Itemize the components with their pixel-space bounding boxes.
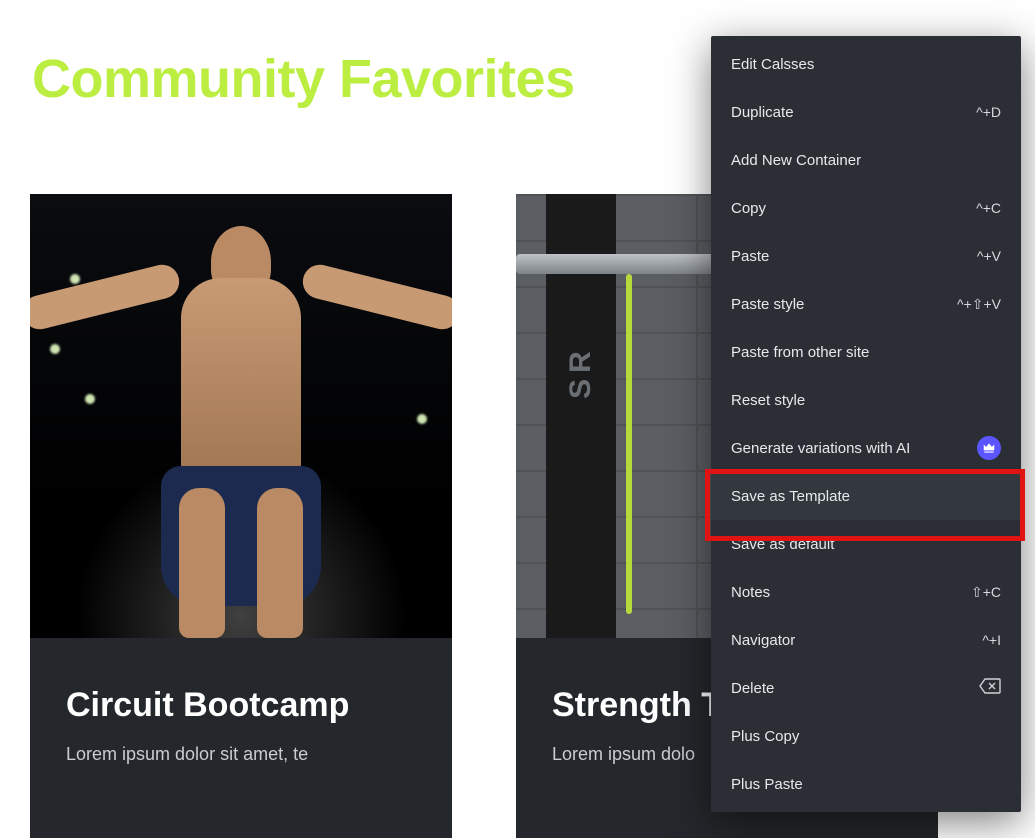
context-menu-item-plus-paste[interactable]: Plus Paste (711, 760, 1021, 808)
backspace-icon (979, 678, 1001, 698)
context-menu-item-label: Navigator (731, 632, 795, 649)
context-menu-item-label: Edit Calsses (731, 56, 814, 73)
card-body: Circuit Bootcamp Lorem ipsum dolor sit a… (30, 638, 452, 838)
context-menu-item-label: Paste style (731, 296, 804, 313)
context-menu-item-label: Generate variations with AI (731, 440, 910, 457)
context-menu-item-label: Paste from other site (731, 344, 869, 361)
shortcut-label: ^+D (976, 104, 1001, 120)
shortcut-label: ^+I (982, 632, 1001, 648)
context-menu-item-plus-copy[interactable]: Plus Copy (711, 712, 1021, 760)
context-menu-item-label: Notes (731, 584, 770, 601)
card-description: Lorem ipsum dolor sit amet, te (66, 741, 416, 768)
context-menu-item-label: Copy (731, 200, 766, 217)
shortcut-label: ^+C (976, 200, 1001, 216)
context-menu-item-reset-style[interactable]: Reset style (711, 376, 1021, 424)
context-menu-item-duplicate[interactable]: Duplicate ^+D (711, 88, 1021, 136)
card-title: Circuit Bootcamp (66, 686, 416, 725)
context-menu-item-label: Delete (731, 680, 774, 697)
context-menu-item-paste[interactable]: Paste ^+V (711, 232, 1021, 280)
context-menu-item-label: Paste (731, 248, 769, 265)
card-image (30, 194, 452, 638)
card-circuit-bootcamp[interactable]: Circuit Bootcamp Lorem ipsum dolor sit a… (30, 194, 452, 838)
context-menu-item-label: Save as default (731, 536, 834, 553)
context-menu-item-label: Save as Template (731, 488, 850, 505)
context-menu-item-label: Plus Copy (731, 728, 799, 745)
context-menu-item-copy[interactable]: Copy ^+C (711, 184, 1021, 232)
shortcut-label: ^+V (977, 248, 1001, 264)
context-menu-item-paste-style[interactable]: Paste style ^+⇧+V (711, 280, 1021, 328)
context-menu-item-delete[interactable]: Delete (711, 664, 1021, 712)
context-menu-item-generate-variations-with-ai[interactable]: Generate variations with AI (711, 424, 1021, 472)
context-menu-item-save-as-default[interactable]: Save as default (711, 520, 1021, 568)
crown-badge-icon (977, 436, 1001, 460)
context-menu-item-add-new-container[interactable]: Add New Container (711, 136, 1021, 184)
context-menu-item-label: Add New Container (731, 152, 861, 169)
context-menu-item-label: Reset style (731, 392, 805, 409)
context-menu-item-paste-from-other-site[interactable]: Paste from other site (711, 328, 1021, 376)
context-menu-item-label: Plus Paste (731, 776, 803, 793)
context-menu-item-navigator[interactable]: Navigator ^+I (711, 616, 1021, 664)
page-title: Community Favorites (32, 48, 575, 110)
shortcut-label: ^+⇧+V (957, 296, 1001, 313)
context-menu-item-notes[interactable]: Notes ⇧+C (711, 568, 1021, 616)
context-menu-item-save-as-template[interactable]: Save as Template (711, 472, 1021, 520)
context-menu-item-label: Duplicate (731, 104, 794, 121)
context-menu[interactable]: Edit Calsses Duplicate ^+D Add New Containe… (711, 36, 1021, 812)
context-menu-item-edit-calsses[interactable]: Edit Calsses (711, 40, 1021, 88)
shortcut-label: ⇧+C (971, 584, 1001, 601)
